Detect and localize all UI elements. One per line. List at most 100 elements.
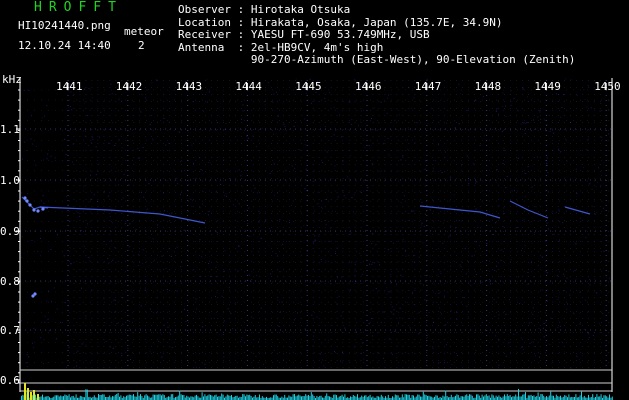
level-bar [226, 394, 228, 400]
level-bar [464, 395, 466, 400]
level-bar [522, 394, 524, 400]
level-bar [40, 396, 42, 400]
level-bar [357, 394, 358, 400]
level-bar [245, 396, 246, 400]
level-bar [123, 396, 125, 400]
level-bar [21, 395, 22, 400]
level-bar [418, 394, 420, 400]
level-bar [404, 394, 406, 400]
meteor-trail [564, 206, 591, 215]
level-bar [281, 396, 283, 400]
level-bar [225, 396, 227, 400]
level-bar [253, 396, 255, 400]
level-bar [491, 394, 493, 400]
level-bar [103, 394, 105, 400]
level-bar [422, 391, 424, 400]
level-bar [187, 396, 189, 400]
level-bar [138, 395, 140, 400]
level-bar [113, 396, 115, 400]
level-bar [183, 395, 185, 400]
time-tick-label: 1444 [235, 80, 262, 93]
freq-tick-label: 0.7 [0, 324, 20, 337]
level-bar [211, 395, 213, 400]
level-bar [170, 394, 172, 400]
level-bar [54, 395, 56, 400]
level-bar [145, 394, 147, 400]
level-bar [215, 394, 217, 400]
level-bar [102, 394, 104, 400]
level-peak [33, 390, 35, 400]
level-bar [397, 395, 399, 400]
meteor-trail [419, 205, 501, 219]
freq-tick-label: 1.1 [0, 123, 20, 136]
level-bar [529, 395, 531, 400]
level-bar [460, 396, 462, 400]
level-peak [27, 388, 29, 400]
level-bar [599, 396, 601, 400]
time-tick-label: 1441 [56, 80, 83, 93]
level-bar [117, 392, 119, 400]
level-bar [428, 395, 430, 400]
level-bar [420, 396, 421, 400]
level-bar [235, 395, 237, 400]
level-bar [218, 396, 220, 400]
time-tick-label: 1448 [475, 80, 502, 93]
level-bar [378, 396, 379, 400]
level-bar [141, 396, 143, 400]
level-bar [114, 394, 116, 400]
level-bar [303, 396, 305, 400]
level-bar [401, 394, 403, 400]
level-bar [350, 396, 351, 400]
level-bar [471, 395, 473, 400]
level-bar [154, 394, 155, 400]
level-bar [191, 396, 193, 400]
level-bar [583, 395, 585, 400]
level-bar [288, 395, 290, 400]
level-bar [385, 396, 386, 400]
level-bar [261, 396, 263, 400]
level-bar [133, 394, 134, 400]
level-bar [505, 396, 507, 400]
level-bar [361, 395, 363, 400]
level-bar [242, 394, 244, 400]
level-bar [320, 395, 322, 400]
level-bar [194, 395, 196, 400]
time-tick-label: 1447 [415, 80, 442, 93]
level-bar [205, 396, 207, 400]
level-bar [42, 394, 43, 400]
level-bar [231, 395, 232, 400]
level-bar [294, 394, 295, 400]
level-bar [222, 394, 224, 400]
meteor-echo [28, 203, 32, 207]
level-bar [450, 394, 452, 400]
freq-tick-label: 0.6 [0, 374, 20, 387]
level-bar [99, 395, 101, 400]
level-bar [229, 395, 231, 400]
level-bar [352, 395, 354, 400]
level-bar [289, 396, 291, 400]
level-bar [502, 396, 504, 400]
level-bar [413, 395, 414, 400]
level-bar [85, 389, 87, 400]
level-bar [532, 396, 533, 400]
level-bar [159, 394, 161, 400]
level-bar [56, 395, 57, 400]
level-bar [259, 394, 260, 400]
level-peak [24, 383, 26, 400]
level-bar [376, 396, 378, 400]
level-bar [137, 392, 139, 400]
level-bar [516, 396, 518, 400]
level-bar [310, 392, 312, 400]
grid-layer [19, 78, 613, 392]
level-bar [380, 394, 382, 400]
level-bar [126, 395, 127, 400]
level-bar [179, 390, 181, 400]
level-bar [203, 396, 204, 400]
level-bar [86, 389, 88, 400]
level-bar [527, 395, 529, 400]
level-bar [606, 396, 608, 400]
level-bar [333, 394, 335, 400]
level-bar [196, 394, 197, 400]
level-bar [611, 396, 613, 400]
level-bar [228, 395, 230, 400]
